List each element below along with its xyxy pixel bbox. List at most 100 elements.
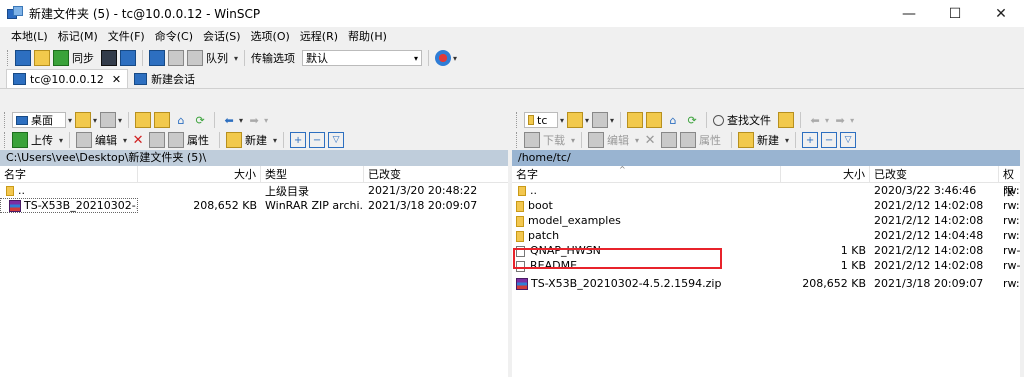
properties-icon[interactable] xyxy=(168,132,185,148)
root-dir-icon[interactable] xyxy=(646,112,663,128)
filter-select-icon[interactable]: ▽ xyxy=(840,132,857,148)
select-all-icon[interactable]: + xyxy=(290,132,307,148)
properties-button-label[interactable]: 属性 xyxy=(699,132,721,148)
sync-icon[interactable] xyxy=(53,50,69,66)
new-icon[interactable] xyxy=(226,132,243,148)
table-row[interactable]: .. 2020/3/22 3:46:46 rw: xyxy=(512,183,1020,198)
rename-icon[interactable] xyxy=(149,132,166,148)
download-button-label[interactable]: 下载 xyxy=(543,132,565,148)
delete-icon[interactable]: ✕ xyxy=(130,132,146,148)
root-dir-icon[interactable] xyxy=(154,112,171,128)
select-all-icon[interactable]: + xyxy=(802,132,819,148)
putty-icon[interactable] xyxy=(120,50,136,66)
color-dropdown-arrow[interactable]: ▾ xyxy=(453,54,457,63)
back-icon[interactable]: ⬅ xyxy=(807,112,823,128)
title-bar[interactable]: 新建文件夹 (5) - tc@10.0.0.12 - WinSCP — ☐ ✕ xyxy=(0,0,1024,27)
close-tab-icon[interactable]: ✕ xyxy=(112,73,121,86)
menu-files[interactable]: 文件(F) xyxy=(103,27,150,47)
open-folder-icon[interactable] xyxy=(567,112,584,128)
col-size[interactable]: 大小 xyxy=(781,166,870,183)
filter-icon[interactable] xyxy=(100,112,117,128)
table-row[interactable]: .. 上级目录 2021/3/20 20:48:22 xyxy=(0,183,508,198)
table-row[interactable]: patch 2021/2/12 14:04:48 rw: xyxy=(512,228,1020,243)
gear-icon[interactable] xyxy=(168,50,184,66)
download-icon[interactable] xyxy=(524,132,540,148)
chevron-down-icon[interactable]: ▾ xyxy=(560,116,564,125)
menu-session[interactable]: 会话(S) xyxy=(198,27,246,47)
window-icon[interactable] xyxy=(149,50,165,66)
search-icon[interactable] xyxy=(713,114,725,126)
tab-new-session[interactable]: 新建会话 xyxy=(128,69,201,88)
remote-dir-select[interactable]: tc xyxy=(524,112,558,128)
edit-icon[interactable] xyxy=(588,132,605,148)
terminal-icon[interactable] xyxy=(101,50,117,66)
parent-dir-icon[interactable] xyxy=(135,112,152,128)
sync-button-label[interactable]: 同步 xyxy=(72,50,94,66)
rename-icon[interactable] xyxy=(661,132,678,148)
back-icon[interactable]: ⬅ xyxy=(221,112,237,128)
transfer-options-label: 传输选项 xyxy=(251,52,296,65)
refresh-icon[interactable]: ⟳ xyxy=(684,112,700,128)
close-button[interactable]: ✕ xyxy=(978,0,1024,27)
maximize-button[interactable]: ☐ xyxy=(932,0,978,27)
forward-icon[interactable]: ➡ xyxy=(246,112,262,128)
new-button-label[interactable]: 新建 xyxy=(245,132,267,148)
parent-dir-icon[interactable] xyxy=(627,112,644,128)
col-size[interactable]: 大小 xyxy=(138,166,261,183)
tree-icon[interactable] xyxy=(778,112,795,128)
col-name[interactable]: 名字 xyxy=(0,166,138,183)
refresh-icon[interactable]: ⟳ xyxy=(192,112,208,128)
color-icon[interactable] xyxy=(435,50,452,66)
table-row[interactable]: boot 2021/2/12 14:02:08 rw: xyxy=(512,198,1020,213)
home-icon[interactable]: ⌂ xyxy=(173,112,189,128)
upload-icon[interactable] xyxy=(12,132,28,148)
minimize-button[interactable]: — xyxy=(886,0,932,27)
menu-local[interactable]: 本地(L) xyxy=(6,27,53,47)
col-type[interactable]: 类型 xyxy=(261,166,364,183)
upload-button-label[interactable]: 上传 xyxy=(31,132,53,148)
tab-session-tc[interactable]: tc@10.0.0.12 ✕ xyxy=(6,69,129,88)
chevron-down-icon[interactable]: ▾ xyxy=(68,116,72,125)
open-folder-icon[interactable] xyxy=(75,112,92,128)
local-file-list[interactable]: 名字 大小 类型 已改变 .. 上级目录 2021/3/20 20:48:22 … xyxy=(0,166,508,377)
local-list-header: 名字 大小 类型 已改变 xyxy=(0,166,508,183)
local-path[interactable]: C:\Users\vee\Desktop\新建文件夹 (5)\ xyxy=(0,150,508,166)
remote-file-list[interactable]: 名字 大小 已改变 权限 ^ .. 2020/3/22 3:46:46 rw: … xyxy=(512,166,1020,377)
edit-icon[interactable] xyxy=(76,132,93,148)
col-rights[interactable]: 权限 xyxy=(999,166,1020,198)
transfer-options-select[interactable]: 默认 ▾ xyxy=(302,50,423,66)
new-button-label[interactable]: 新建 xyxy=(757,132,779,148)
properties-icon[interactable] xyxy=(680,132,697,148)
compare-dirs-icon[interactable] xyxy=(15,50,31,66)
forward-icon[interactable]: ➡ xyxy=(832,112,848,128)
sync-browse-icon[interactable] xyxy=(34,50,50,66)
local-drive-select[interactable]: 桌面 xyxy=(12,112,66,128)
menu-options[interactable]: 选项(O) xyxy=(246,27,295,47)
table-row[interactable]: model_examples 2021/2/12 14:02:08 rw: xyxy=(512,213,1020,228)
col-modified[interactable]: 已改变 xyxy=(870,166,999,183)
properties-button-label[interactable]: 属性 xyxy=(187,132,209,148)
deselect-icon[interactable]: − xyxy=(309,132,326,148)
toolbar-gripper[interactable] xyxy=(7,50,10,66)
edit-button-label[interactable]: 编辑 xyxy=(607,132,629,148)
home-icon[interactable]: ⌂ xyxy=(665,112,681,128)
edit-button-label[interactable]: 编辑 xyxy=(95,132,117,148)
queue-icon[interactable] xyxy=(187,50,203,66)
delete-icon[interactable]: ✕ xyxy=(642,132,658,148)
menu-commands[interactable]: 命令(C) xyxy=(150,27,198,47)
filter-icon[interactable] xyxy=(592,112,609,128)
menu-help[interactable]: 帮助(H) xyxy=(343,27,392,47)
find-files-label[interactable]: 查找文件 xyxy=(727,112,771,128)
queue-dropdown-arrow[interactable]: ▾ xyxy=(234,54,238,63)
new-icon[interactable] xyxy=(738,132,755,148)
menu-remote[interactable]: 远程(R) xyxy=(295,27,343,47)
queue-button-label[interactable]: 队列 xyxy=(206,50,228,66)
col-name[interactable]: 名字 xyxy=(512,166,781,183)
deselect-icon[interactable]: − xyxy=(821,132,838,148)
table-row[interactable]: TS-X53B_20210302-... 208,652 KB WinRAR Z… xyxy=(0,198,508,213)
col-modified[interactable]: 已改变 xyxy=(364,166,508,183)
remote-path[interactable]: /home/tc/ xyxy=(512,150,1020,166)
table-row[interactable]: TS-X53B_20210302-4.5.2.1594.zip 208,652 … xyxy=(512,276,1020,291)
filter-select-icon[interactable]: ▽ xyxy=(328,132,345,148)
menu-mark[interactable]: 标记(M) xyxy=(53,27,103,47)
